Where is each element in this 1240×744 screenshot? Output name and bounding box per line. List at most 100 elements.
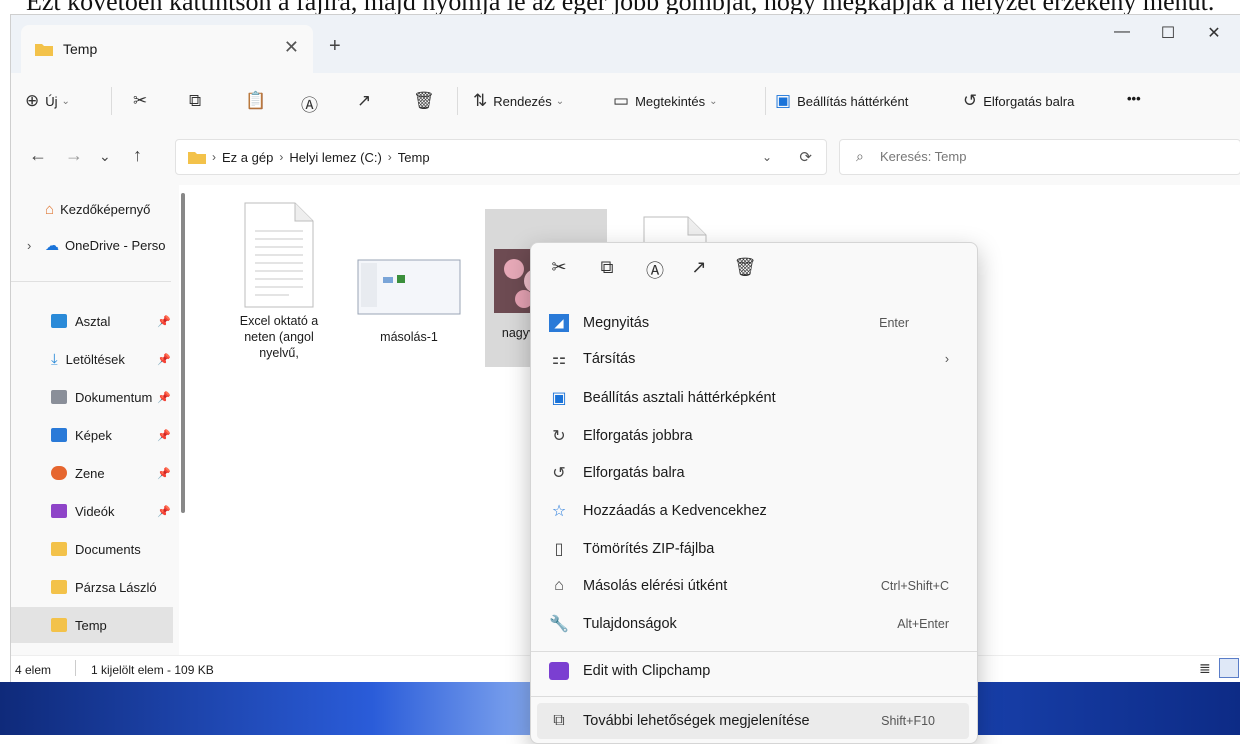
search-box[interactable]: ⌕ Keresés: Temp — [839, 139, 1240, 175]
context-menu: ✂ ⧉ Ⓐ ↗ 🗑 ◢ Megnyitás Enter ⚏ Társítás ›… — [530, 242, 978, 744]
menu-item-rotate-left[interactable]: ↺ Elforgatás balra — [537, 455, 969, 491]
sidebar-item-home[interactable]: ⌂ Kezdőképernyő — [11, 191, 173, 227]
view-button[interactable]: ▭ Megtekintés ⌄ — [613, 91, 718, 111]
menu-item-shortcut: Shift+F10 — [881, 714, 935, 728]
breadcrumb-temp[interactable]: Temp — [398, 150, 430, 165]
sidebar-item-documents-folder[interactable]: Documents — [11, 531, 173, 567]
sidebar-item-label: Párzsa László — [75, 579, 157, 595]
menu-item-edit-clipchamp[interactable]: Edit with Clipchamp — [537, 653, 969, 689]
back-arrow-icon[interactable]: ← — [29, 145, 47, 166]
recent-locations-icon[interactable]: ⌄ — [99, 148, 111, 165]
more-options-button[interactable]: ••• — [1127, 91, 1141, 106]
menu-item-rotate-right[interactable]: ↻ Elforgatás jobbra — [537, 418, 969, 454]
navigation-pane: ⌂ Kezdőképernyő › ☁ OneDrive - Perso Asz… — [11, 185, 179, 655]
menu-item-set-wallpaper[interactable]: ▣ Beállítás asztali háttérképként — [537, 380, 969, 416]
breadcrumb-local-disk[interactable]: Helyi lemez (C:) — [289, 150, 381, 165]
refresh-icon[interactable]: ⟳ — [799, 148, 812, 166]
menu-item-label: Elforgatás jobbra — [583, 428, 693, 444]
screenshot-thumbnail — [357, 259, 461, 315]
menu-item-copy-as-path[interactable]: ⌂ Másolás elérési útként Ctrl+Shift+C — [537, 568, 969, 604]
breadcrumb-this-pc[interactable]: Ez a gép — [222, 150, 273, 165]
file-item[interactable]: Excel oktató a neten (angol nyelvű, — [229, 201, 329, 361]
cut-icon[interactable]: ✂ — [541, 257, 577, 287]
new-tab-button[interactable]: + — [329, 35, 341, 58]
paste-button[interactable]: 📋 — [245, 91, 272, 111]
sidebar-item-label: Asztal — [75, 313, 111, 329]
chevron-down-icon: ⌄ — [709, 95, 718, 107]
sidebar-item-music[interactable]: Zene 📌 — [11, 455, 173, 491]
sidebar-item-onedrive[interactable]: › ☁ OneDrive - Perso — [11, 227, 173, 263]
pin-icon: 📌 — [157, 505, 171, 518]
wrench-icon: 🔧 — [549, 616, 569, 633]
sidebar-scrollbar[interactable] — [181, 193, 185, 513]
delete-button[interactable]: 🗑 — [413, 91, 441, 111]
set-background-button[interactable]: ▣ Beállítás háttérként — [775, 91, 908, 111]
menu-item-label: Edit with Clipchamp — [583, 663, 711, 679]
menu-item-compress-zip[interactable]: ▯ Tömörítés ZIP-fájlba — [537, 531, 969, 567]
selection-info: 1 kijelölt elem - 109 KB — [91, 663, 214, 677]
menu-item-properties[interactable]: 🔧 Tulajdonságok Alt+Enter — [537, 606, 969, 642]
sidebar-item-parzsa-laszlo[interactable]: Párzsa László — [11, 569, 173, 605]
up-arrow-icon[interactable]: ↑ — [133, 145, 142, 166]
tiles-view-icon[interactable] — [1219, 658, 1239, 678]
chevron-right-icon: › — [944, 352, 949, 366]
sidebar-item-desktop[interactable]: Asztal 📌 — [11, 303, 173, 339]
item-count: 4 elem — [15, 663, 52, 677]
command-bar: ⊕ Új ⌄ ✂ ⧉ 📋 Ⓐ ↗ 🗑 ⇅ Rendezés ⌄ ▭ Megtek… — [11, 73, 1240, 130]
menu-item-label: Megnyitás — [583, 315, 650, 331]
menu-item-label: Tulajdonságok — [583, 616, 677, 632]
text-document-icon — [244, 202, 314, 308]
menu-item-label: Tömörítés ZIP-fájlba — [583, 541, 715, 557]
sidebar-item-downloads[interactable]: ⤓ Letöltések 📌 — [11, 341, 173, 377]
address-bar[interactable]: › Ez a gép › Helyi lemez (C:) › Temp ⌄ ⟳ — [175, 139, 827, 175]
new-button[interactable]: ⊕ Új ⌄ — [25, 91, 70, 111]
close-tab-icon[interactable]: ✕ — [284, 37, 299, 58]
menu-item-label: Elforgatás balra — [583, 465, 685, 481]
details-view-icon[interactable]: ≣ — [1199, 660, 1211, 677]
copy-icon: ⧉ — [189, 91, 202, 110]
search-icon: ⌕ — [856, 148, 864, 164]
sidebar-item-label: Temp — [75, 617, 107, 633]
close-window-button[interactable]: ✕ — [1191, 23, 1237, 43]
rotate-left-icon: ↺ — [552, 465, 566, 482]
image-icon: ◢ — [549, 314, 569, 332]
share-icon[interactable]: ↗ — [681, 257, 717, 287]
copy-icon[interactable]: ⧉ — [589, 257, 625, 287]
menu-item-label: Hozzáadás a Kedvencekhez — [583, 503, 767, 519]
sidebar-item-pictures[interactable]: Képek 📌 — [11, 417, 173, 453]
minimize-button[interactable]: — — [1099, 23, 1145, 41]
menu-item-show-more-options[interactable]: ⧉ További lehetőségek megjelenítése Shif… — [537, 703, 969, 739]
trash-icon[interactable]: 🗑 — [727, 257, 763, 287]
chevron-right-icon[interactable]: › — [27, 238, 31, 253]
search-placeholder: Keresés: Temp — [880, 149, 967, 164]
menu-item-open-with[interactable]: ⚏ Társítás › — [537, 341, 969, 377]
rename-icon: Ⓐ — [301, 96, 318, 115]
file-item[interactable]: másolás-1 — [353, 259, 465, 345]
menu-item-open[interactable]: ◢ Megnyitás Enter — [537, 305, 969, 341]
video-icon — [51, 504, 67, 518]
share-button[interactable]: ↗ — [357, 91, 377, 111]
sidebar-item-temp[interactable]: Temp — [11, 607, 173, 643]
menu-item-add-favorites[interactable]: ☆ Hozzáadás a Kedvencekhez — [537, 493, 969, 529]
view-icon: ▭ — [613, 91, 630, 110]
chevron-down-icon: ⌄ — [555, 95, 565, 107]
maximize-button[interactable]: ☐ — [1145, 23, 1191, 43]
copy-path-icon: ⌂ — [554, 577, 564, 594]
sidebar-item-videos[interactable]: Videók 📌 — [11, 493, 173, 529]
sort-button[interactable]: ⇅ Rendezés ⌄ — [473, 91, 564, 111]
sidebar-item-label: Letöltések — [65, 351, 125, 367]
more-label: ••• — [1127, 91, 1141, 106]
forward-arrow-icon[interactable]: → — [65, 145, 83, 166]
tab-temp[interactable]: Temp ✕ — [21, 25, 313, 73]
cut-button[interactable]: ✂ — [133, 91, 153, 111]
rotate-left-button[interactable]: ↺ Elforgatás balra — [963, 91, 1074, 111]
download-icon: ⤓ — [51, 350, 58, 368]
pin-icon: 📌 — [157, 353, 171, 366]
copy-button[interactable]: ⧉ — [189, 91, 207, 111]
sidebar-item-documents[interactable]: Dokumentum 📌 — [11, 379, 173, 415]
new-label: Új — [45, 93, 58, 109]
rename-button[interactable]: Ⓐ — [301, 91, 324, 116]
chevron-down-icon[interactable]: ⌄ — [762, 150, 772, 164]
wallpaper-icon: ▣ — [551, 390, 567, 407]
rename-icon[interactable]: Ⓐ — [637, 257, 673, 287]
